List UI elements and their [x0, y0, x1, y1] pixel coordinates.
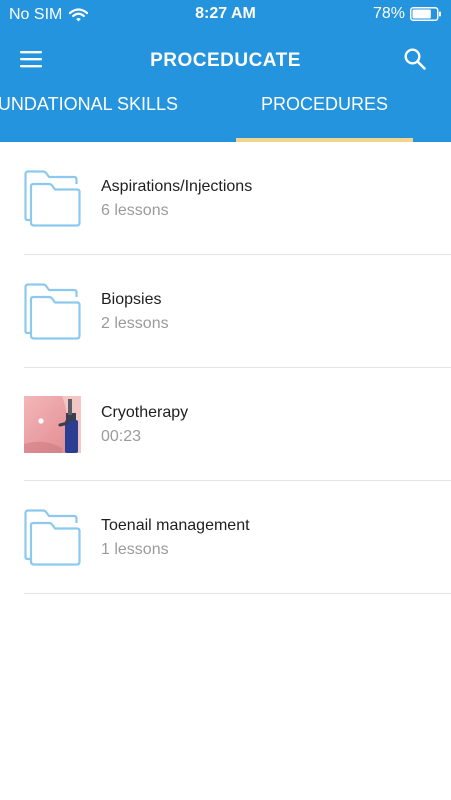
tab-foundational-skills[interactable]: FOUNDATIONAL SKILLS: [0, 94, 178, 115]
tab-procedures[interactable]: PROCEDURES: [236, 94, 413, 115]
search-icon[interactable]: [404, 48, 426, 70]
status-bar: No SIM 8:27 AM 78%: [0, 0, 451, 30]
item-title: Biopsies: [101, 291, 162, 308]
list-item-aspirations-injections[interactable]: Aspirations/Injections 6 lessons: [24, 142, 451, 255]
list-item-toenail-management[interactable]: Toenail management 1 lessons: [24, 481, 451, 594]
battery-percent: 78%: [372, 5, 405, 22]
item-duration: 00:23: [101, 428, 142, 445]
app-header: No SIM 8:27 AM 78% PROCEDUCATE FOUNDATIO…: [0, 0, 451, 142]
video-thumbnail: [24, 396, 81, 453]
battery-fill: [412, 9, 431, 19]
battery-icon: [410, 7, 441, 21]
item-title: Toenail management: [101, 517, 250, 534]
app-title: PROCEDUCATE: [150, 50, 301, 71]
item-title: Aspirations/Injections: [101, 178, 253, 195]
list-item-cryotherapy[interactable]: Cryotherapy 00:23: [24, 368, 451, 481]
folder-icon: [24, 170, 81, 227]
item-subtitle: 2 lessons: [101, 315, 169, 332]
list-item-biopsies[interactable]: Biopsies 2 lessons: [24, 255, 451, 368]
status-right: 78%: [373, 5, 442, 23]
item-subtitle: 6 lessons: [101, 202, 169, 219]
item-title: Cryotherapy: [101, 404, 189, 421]
item-subtitle: 1 lessons: [101, 541, 169, 558]
procedure-list: Aspirations/Injections 6 lessons Biopsie…: [0, 142, 451, 594]
folder-icon: [24, 509, 81, 566]
folder-icon: [24, 283, 81, 340]
